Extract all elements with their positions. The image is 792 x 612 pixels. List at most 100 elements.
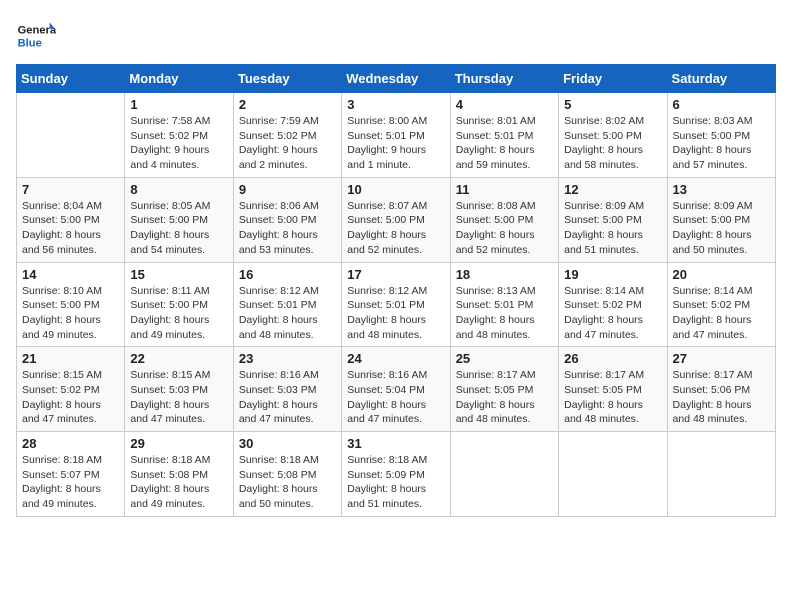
cell-sun-info: Sunrise: 8:15 AMSunset: 5:02 PMDaylight:…: [22, 368, 119, 427]
calendar-cell: 9 Sunrise: 8:06 AMSunset: 5:00 PMDaylight…: [233, 177, 341, 262]
cell-date-number: 14: [22, 267, 119, 282]
cell-sun-info: Sunrise: 8:11 AMSunset: 5:00 PMDaylight:…: [130, 284, 227, 343]
calendar-cell: 29 Sunrise: 8:18 AMSunset: 5:08 PMDayligh…: [125, 432, 233, 517]
cell-sun-info: Sunrise: 8:09 AMSunset: 5:00 PMDaylight:…: [673, 199, 770, 258]
calendar-cell: [17, 93, 125, 178]
calendar-cell: 7 Sunrise: 8:04 AMSunset: 5:00 PMDaylight…: [17, 177, 125, 262]
calendar-cell: 27 Sunrise: 8:17 AMSunset: 5:06 PMDayligh…: [667, 347, 775, 432]
calendar-week-row: 1 Sunrise: 7:58 AMSunset: 5:02 PMDaylight…: [17, 93, 776, 178]
cell-date-number: 29: [130, 436, 227, 451]
calendar-cell: 4 Sunrise: 8:01 AMSunset: 5:01 PMDaylight…: [450, 93, 558, 178]
calendar-week-row: 28 Sunrise: 8:18 AMSunset: 5:07 PMDayligh…: [17, 432, 776, 517]
calendar-cell: 10 Sunrise: 8:07 AMSunset: 5:00 PMDayligh…: [342, 177, 450, 262]
cell-sun-info: Sunrise: 8:18 AMSunset: 5:07 PMDaylight:…: [22, 453, 119, 512]
calendar-cell: 8 Sunrise: 8:05 AMSunset: 5:00 PMDaylight…: [125, 177, 233, 262]
calendar-cell: 28 Sunrise: 8:18 AMSunset: 5:07 PMDayligh…: [17, 432, 125, 517]
cell-date-number: 17: [347, 267, 444, 282]
calendar-cell: 26Sunrise: 8:17 AMSunset: 5:05 PMDayligh…: [559, 347, 667, 432]
cell-sun-info: Sunrise: 8:18 AMSunset: 5:08 PMDaylight:…: [130, 453, 227, 512]
calendar-cell: 23 Sunrise: 8:16 AMSunset: 5:03 PMDayligh…: [233, 347, 341, 432]
calendar-cell: 31 Sunrise: 8:18 AMSunset: 5:09 PMDayligh…: [342, 432, 450, 517]
cell-sun-info: Sunrise: 8:07 AMSunset: 5:00 PMDaylight:…: [347, 199, 444, 258]
cell-date-number: 24: [347, 351, 444, 366]
cell-sun-info: Sunrise: 8:10 AMSunset: 5:00 PMDaylight:…: [22, 284, 119, 343]
cell-sun-info: Sunrise: 8:16 AMSunset: 5:04 PMDaylight:…: [347, 368, 444, 427]
cell-date-number: 10: [347, 182, 444, 197]
calendar-cell: 17 Sunrise: 8:12 AMSunset: 5:01 PMDayligh…: [342, 262, 450, 347]
calendar-cell: 12Sunrise: 8:09 AMSunset: 5:00 PMDayligh…: [559, 177, 667, 262]
calendar-cell: 13 Sunrise: 8:09 AMSunset: 5:00 PMDayligh…: [667, 177, 775, 262]
day-header-tuesday: Tuesday: [233, 65, 341, 93]
cell-sun-info: Sunrise: 8:12 AMSunset: 5:01 PMDaylight:…: [239, 284, 336, 343]
calendar-cell: 16 Sunrise: 8:12 AMSunset: 5:01 PMDayligh…: [233, 262, 341, 347]
cell-date-number: 5: [564, 97, 661, 112]
page-header: General Blue: [16, 16, 776, 56]
cell-sun-info: Sunrise: 7:58 AMSunset: 5:02 PMDaylight:…: [130, 114, 227, 173]
cell-sun-info: Sunrise: 8:14 AMSunset: 5:02 PMDaylight:…: [564, 284, 661, 343]
cell-date-number: 22: [130, 351, 227, 366]
day-header-monday: Monday: [125, 65, 233, 93]
cell-date-number: 3: [347, 97, 444, 112]
calendar-week-row: 7 Sunrise: 8:04 AMSunset: 5:00 PMDaylight…: [17, 177, 776, 262]
cell-sun-info: Sunrise: 8:17 AMSunset: 5:05 PMDaylight:…: [456, 368, 553, 427]
cell-date-number: 21: [22, 351, 119, 366]
cell-sun-info: Sunrise: 8:15 AMSunset: 5:03 PMDaylight:…: [130, 368, 227, 427]
calendar-cell: 21 Sunrise: 8:15 AMSunset: 5:02 PMDayligh…: [17, 347, 125, 432]
cell-date-number: 15: [130, 267, 227, 282]
calendar-cell: 30 Sunrise: 8:18 AMSunset: 5:08 PMDayligh…: [233, 432, 341, 517]
cell-sun-info: Sunrise: 7:59 AMSunset: 5:02 PMDaylight:…: [239, 114, 336, 173]
calendar-cell: 20 Sunrise: 8:14 AMSunset: 5:02 PMDayligh…: [667, 262, 775, 347]
calendar-cell: 19 Sunrise: 8:14 AMSunset: 5:02 PMDayligh…: [559, 262, 667, 347]
cell-date-number: 25: [456, 351, 553, 366]
cell-date-number: 20: [673, 267, 770, 282]
cell-date-number: 27: [673, 351, 770, 366]
cell-sun-info: Sunrise: 8:18 AMSunset: 5:08 PMDaylight:…: [239, 453, 336, 512]
svg-text:Blue: Blue: [18, 37, 42, 49]
logo-icon: General Blue: [16, 16, 56, 56]
cell-sun-info: Sunrise: 8:04 AMSunset: 5:00 PMDaylight:…: [22, 199, 119, 258]
cell-sun-info: Sunrise: 8:14 AMSunset: 5:02 PMDaylight:…: [673, 284, 770, 343]
cell-date-number: 9: [239, 182, 336, 197]
cell-sun-info: Sunrise: 8:08 AMSunset: 5:00 PMDaylight:…: [456, 199, 553, 258]
cell-date-number: 2: [239, 97, 336, 112]
cell-sun-info: Sunrise: 8:01 AMSunset: 5:01 PMDaylight:…: [456, 114, 553, 173]
cell-date-number: 28: [22, 436, 119, 451]
calendar-cell: 25 Sunrise: 8:17 AMSunset: 5:05 PMDayligh…: [450, 347, 558, 432]
cell-date-number: 1: [130, 97, 227, 112]
cell-date-number: 8: [130, 182, 227, 197]
calendar-cell: [450, 432, 558, 517]
cell-sun-info: Sunrise: 8:06 AMSunset: 5:00 PMDaylight:…: [239, 199, 336, 258]
calendar-cell: 24 Sunrise: 8:16 AMSunset: 5:04 PMDayligh…: [342, 347, 450, 432]
cell-date-number: 16: [239, 267, 336, 282]
calendar-cell: 15 Sunrise: 8:11 AMSunset: 5:00 PMDayligh…: [125, 262, 233, 347]
cell-date-number: 23: [239, 351, 336, 366]
cell-sun-info: Sunrise: 8:02 AMSunset: 5:00 PMDaylight:…: [564, 114, 661, 173]
calendar-cell: [559, 432, 667, 517]
cell-date-number: 4: [456, 97, 553, 112]
logo: General Blue: [16, 16, 60, 56]
calendar-table: SundayMondayTuesdayWednesdayThursdayFrid…: [16, 64, 776, 517]
calendar-cell: 11 Sunrise: 8:08 AMSunset: 5:00 PMDayligh…: [450, 177, 558, 262]
cell-sun-info: Sunrise: 8:05 AMSunset: 5:00 PMDaylight:…: [130, 199, 227, 258]
cell-date-number: 7: [22, 182, 119, 197]
cell-date-number: 18: [456, 267, 553, 282]
cell-date-number: 26: [564, 351, 661, 366]
cell-date-number: 31: [347, 436, 444, 451]
cell-sun-info: Sunrise: 8:18 AMSunset: 5:09 PMDaylight:…: [347, 453, 444, 512]
cell-sun-info: Sunrise: 8:09 AMSunset: 5:00 PMDaylight:…: [564, 199, 661, 258]
cell-sun-info: Sunrise: 8:12 AMSunset: 5:01 PMDaylight:…: [347, 284, 444, 343]
day-header-wednesday: Wednesday: [342, 65, 450, 93]
cell-date-number: 30: [239, 436, 336, 451]
cell-date-number: 19: [564, 267, 661, 282]
calendar-cell: 1 Sunrise: 7:58 AMSunset: 5:02 PMDaylight…: [125, 93, 233, 178]
calendar-cell: 18Sunrise: 8:13 AMSunset: 5:01 PMDayligh…: [450, 262, 558, 347]
calendar-week-row: 14 Sunrise: 8:10 AMSunset: 5:00 PMDayligh…: [17, 262, 776, 347]
calendar-cell: 22 Sunrise: 8:15 AMSunset: 5:03 PMDayligh…: [125, 347, 233, 432]
calendar-cell: 5 Sunrise: 8:02 AMSunset: 5:00 PMDaylight…: [559, 93, 667, 178]
cell-date-number: 13: [673, 182, 770, 197]
calendar-header-row: SundayMondayTuesdayWednesdayThursdayFrid…: [17, 65, 776, 93]
cell-sun-info: Sunrise: 8:16 AMSunset: 5:03 PMDaylight:…: [239, 368, 336, 427]
day-header-saturday: Saturday: [667, 65, 775, 93]
cell-date-number: 11: [456, 182, 553, 197]
cell-sun-info: Sunrise: 8:17 AMSunset: 5:06 PMDaylight:…: [673, 368, 770, 427]
